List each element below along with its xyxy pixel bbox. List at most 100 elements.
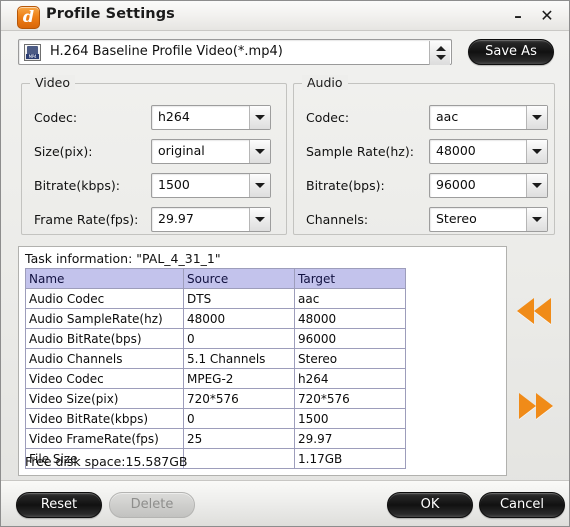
row-source-cell: 25 [183, 428, 295, 449]
row-name-cell: Audio Codec [25, 288, 184, 309]
footer-bar: Reset Delete OK Cancel [1, 480, 569, 526]
video-codec-dropdown[interactable]: h264 [151, 105, 271, 130]
table-row[interactable]: Audio SampleRate(hz) 48000 48000 [25, 308, 406, 329]
row-target-cell: Stereo [294, 348, 406, 369]
row-target-cell: 29.97 [294, 428, 406, 449]
app-logo-icon: d [17, 6, 40, 29]
arrow-right-2 [536, 393, 553, 419]
table-row[interactable]: Audio BitRate(bps) 0 96000 [25, 328, 406, 349]
chevron-down-icon [255, 217, 265, 222]
profile-combobox[interactable]: MP4 H.264 Baseline Profile Video(*.mp4) [18, 39, 452, 65]
row-source-cell: 48000 [183, 308, 295, 329]
audio-codec-dropdown-arrow[interactable] [526, 106, 547, 129]
audio-bitrate-label: Bitrate(bps): [306, 178, 385, 193]
audio-bitrate-value: 96000 [436, 177, 476, 192]
column-header-target: Target [294, 268, 406, 289]
cancel-button[interactable]: Cancel [479, 492, 565, 518]
arrow-left-2 [534, 298, 551, 324]
video-group-title: Video [30, 75, 76, 90]
chevron-down-icon [532, 115, 542, 120]
audio-channels-dropdown[interactable]: Stereo [429, 207, 548, 232]
video-bitrate-dropdown-arrow[interactable] [249, 174, 270, 197]
video-size-dropdown-arrow[interactable] [249, 140, 270, 163]
video-bitrate-dropdown[interactable]: 1500 [151, 173, 271, 198]
reset-button[interactable]: Reset [16, 492, 102, 518]
row-target-cell: 1500 [294, 408, 406, 429]
video-codec-value: h264 [158, 109, 190, 124]
chevron-down-icon [532, 183, 542, 188]
free-disk-space-label: Free disk space:15.587GB [25, 454, 188, 469]
audio-codec-dropdown[interactable]: aac [429, 105, 548, 130]
audio-bitrate-dropdown[interactable]: 96000 [429, 173, 548, 198]
column-header-source: Source [183, 268, 295, 289]
video-codec-dropdown-arrow[interactable] [249, 106, 270, 129]
table-row[interactable]: Video BitRate(kbps) 0 1500 [25, 408, 406, 429]
audio-settings-group: Audio Codec: Sample Rate(hz): Bitrate(bp… [293, 75, 555, 235]
profile-selected-value: H.264 Baseline Profile Video(*.mp4) [50, 44, 283, 59]
profile-selection-row: MP4 H.264 Baseline Profile Video(*.mp4) … [18, 39, 554, 67]
profile-settings-window: d Profile Settings – ✕ MP4 H.264 Baselin… [0, 0, 570, 527]
chevron-down-icon [255, 149, 265, 154]
row-name-cell: Audio Channels [25, 348, 184, 369]
chevron-up-icon[interactable] [436, 46, 446, 51]
video-size-dropdown[interactable]: original [151, 139, 271, 164]
table-row[interactable]: Video Codec MPEG-2 h264 [25, 368, 406, 389]
profile-spinner[interactable] [429, 41, 450, 65]
minimize-icon[interactable]: – [508, 6, 528, 26]
row-source-cell: MPEG-2 [183, 368, 295, 389]
column-header-name: Name [25, 268, 184, 289]
chevron-down-icon[interactable] [436, 55, 446, 60]
table-header-row: Name Source Target [25, 268, 406, 289]
row-name-cell: Audio BitRate(bps) [25, 328, 184, 349]
chevron-down-icon [532, 217, 542, 222]
audio-samplerate-dropdown-arrow[interactable] [526, 140, 547, 163]
row-name-cell: Video Size(pix) [25, 388, 184, 409]
task-information-title: Task information: "PAL_4_31_1" [25, 251, 221, 266]
video-bitrate-label: Bitrate(kbps): [34, 178, 120, 193]
task-information-panel: Task information: "PAL_4_31_1" Name Sour… [18, 246, 507, 476]
audio-bitrate-dropdown-arrow[interactable] [526, 174, 547, 197]
video-size-value: original [158, 143, 205, 158]
chevron-down-icon [255, 115, 265, 120]
row-name-cell: Video Codec [25, 368, 184, 389]
audio-codec-label: Codec: [306, 110, 350, 125]
table-row[interactable]: Video Size(pix) 720*576 720*576 [25, 388, 406, 409]
window-title: Profile Settings [46, 6, 175, 22]
row-target-cell: h264 [294, 368, 406, 389]
video-framerate-dropdown[interactable]: 29.97 [151, 207, 271, 232]
row-source-cell: 5.1 Channels [183, 348, 295, 369]
video-framerate-dropdown-arrow[interactable] [249, 208, 270, 231]
table-row[interactable]: Audio Channels 5.1 Channels Stereo [25, 348, 406, 369]
table-row[interactable]: Audio Codec DTS aac [25, 288, 406, 309]
audio-samplerate-label: Sample Rate(hz): [306, 144, 414, 159]
save-as-button[interactable]: Save As [468, 39, 554, 65]
audio-channels-dropdown-arrow[interactable] [526, 208, 547, 231]
mp4-file-icon: MP4 [24, 44, 41, 61]
audio-samplerate-value: 48000 [436, 143, 476, 158]
ok-button[interactable]: OK [387, 492, 473, 518]
double-arrow-right-icon[interactable] [517, 393, 559, 419]
video-codec-label: Codec: [34, 110, 78, 125]
row-source-cell: 0 [183, 408, 295, 429]
row-source-cell: 720*576 [183, 388, 295, 409]
row-name-cell: Video FrameRate(fps) [25, 428, 184, 449]
video-bitrate-value: 1500 [158, 177, 190, 192]
arrow-right-1 [519, 393, 536, 419]
row-name-cell: Video BitRate(kbps) [25, 408, 184, 429]
arrow-left-1 [517, 298, 534, 324]
video-framerate-value: 29.97 [158, 211, 194, 226]
table-row[interactable]: Video FrameRate(fps) 25 29.97 [25, 428, 406, 449]
audio-channels-value: Stereo [436, 211, 477, 226]
close-icon[interactable]: ✕ [537, 6, 557, 26]
task-information-body: Audio Codec DTS aac Audio SampleRate(hz) 480… [25, 288, 406, 469]
row-source-cell: DTS [183, 288, 295, 309]
row-source-cell [183, 448, 295, 469]
audio-samplerate-dropdown[interactable]: 48000 [429, 139, 548, 164]
row-target-cell: 48000 [294, 308, 406, 329]
video-settings-group: Video Codec: Size(pix): Bitrate(kbps): F… [21, 75, 287, 235]
mp4-file-icon-label: MP4 [26, 54, 39, 59]
double-arrow-left-icon[interactable] [517, 298, 559, 324]
chevron-down-icon [532, 149, 542, 154]
row-target-cell: 1.17GB [294, 448, 406, 469]
row-target-cell: 96000 [294, 328, 406, 349]
